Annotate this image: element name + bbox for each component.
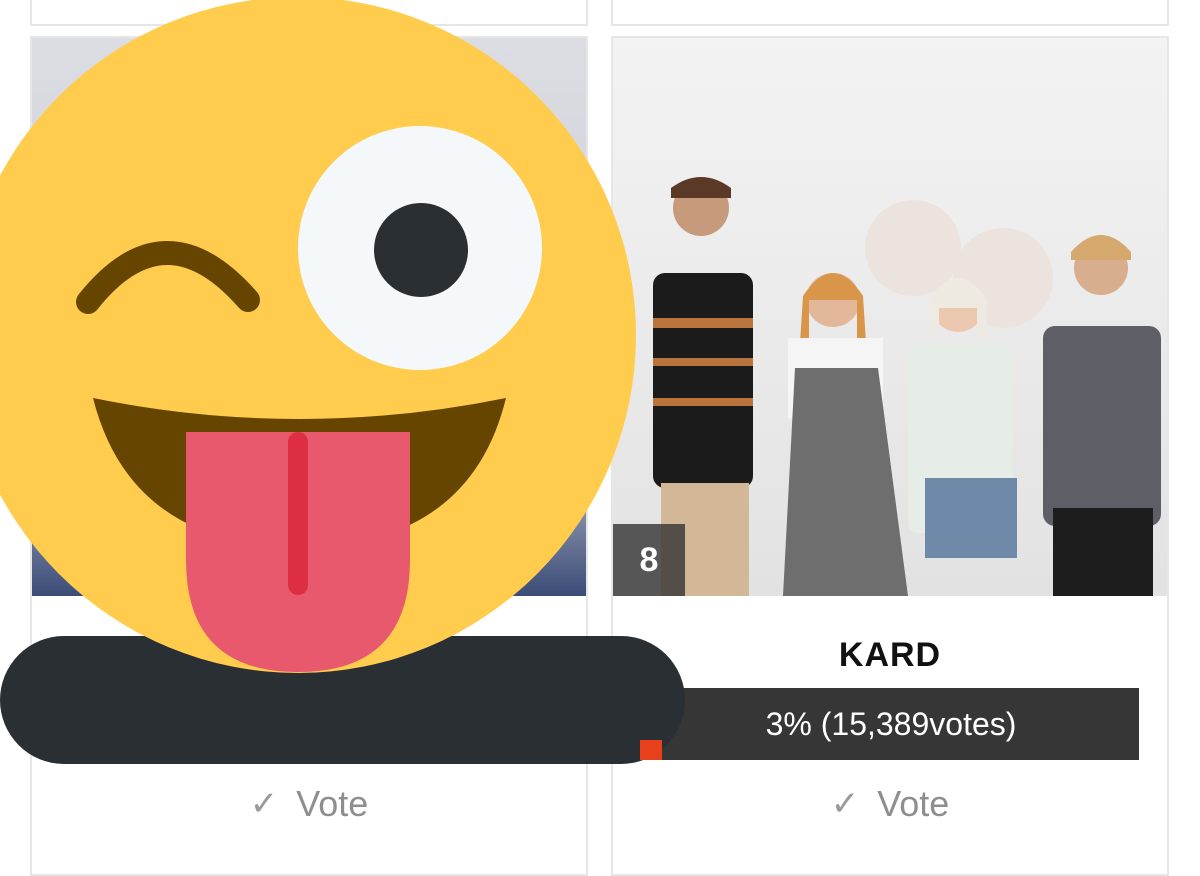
winking-face-with-tongue-emoji — [0, 0, 700, 780]
vote-result-text: 3% (15,389votes) — [765, 705, 1017, 742]
vote-button-label: Vote — [877, 783, 950, 824]
vote-result-bar: 3% (15,389votes) — [643, 688, 1139, 760]
vote-button[interactable]: ✓ Vote — [32, 783, 586, 825]
vote-button[interactable]: ✓ Vote — [613, 783, 1167, 825]
vote-button-label: Vote — [296, 783, 369, 824]
check-icon: ✓ — [830, 785, 860, 823]
check-icon: ✓ — [249, 785, 279, 823]
